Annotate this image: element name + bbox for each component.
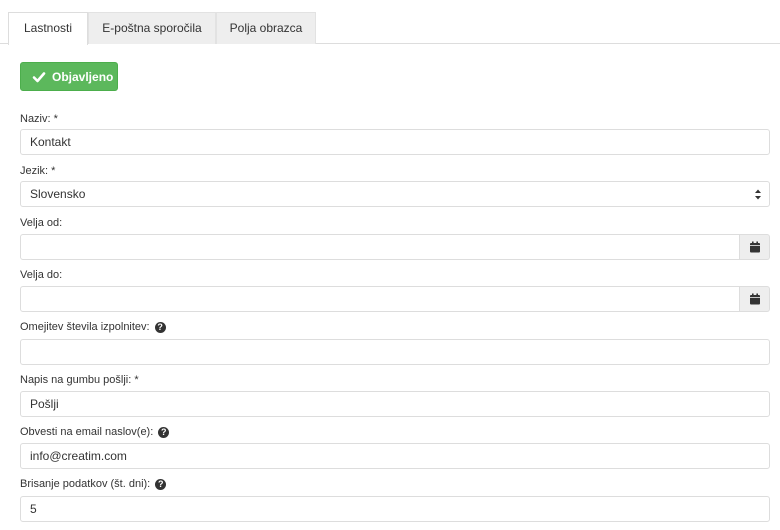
jezik-label: Jezik: * [20,165,56,177]
tab-e-postna-sporocila[interactable]: E-poštna sporočila [88,12,216,44]
check-icon [32,71,46,82]
obvesti-label: Obvesti na email naslov(e): ? [20,426,170,438]
tab-polja-obrazca[interactable]: Polja obrazca [216,12,316,44]
question-circle-icon[interactable]: ? [158,426,170,438]
naziv-label: Naziv: * [20,113,58,125]
published-button-label: Objavljeno [52,69,114,84]
velja-od-input[interactable] [20,234,740,260]
question-circle-icon[interactable]: ? [155,478,167,490]
brisanje-input[interactable] [20,496,770,522]
tab-bar: Lastnosti E-poštna sporočila Polja obraz… [0,0,780,45]
calendar-icon [749,241,760,253]
published-toggle-button[interactable]: Objavljeno [20,62,118,91]
napis-input[interactable] [20,391,770,417]
velja-od-label: Velja od: [20,217,63,229]
jezik-selected-value: Slovensko [30,187,86,201]
sort-arrows-icon [755,189,761,200]
napis-label: Napis na gumbu pošlji: * [20,374,139,386]
velja-od-calendar-button[interactable] [740,234,770,260]
calendar-icon [749,293,760,305]
velja-do-label: Velja do: [20,269,63,281]
tab-lastnosti[interactable]: Lastnosti [8,12,88,45]
velja-do-input[interactable] [20,286,740,312]
brisanje-label: Brisanje podatkov (št. dni): ? [20,478,167,490]
omejitev-label: Omejitev števila izpolnitev: ? [20,321,166,333]
naziv-input[interactable] [20,129,770,155]
velja-do-calendar-button[interactable] [740,286,770,312]
omejitev-input[interactable] [20,339,770,365]
question-circle-icon[interactable]: ? [154,321,166,333]
jezik-select[interactable]: Slovensko [20,181,770,207]
obvesti-input[interactable] [20,443,770,469]
